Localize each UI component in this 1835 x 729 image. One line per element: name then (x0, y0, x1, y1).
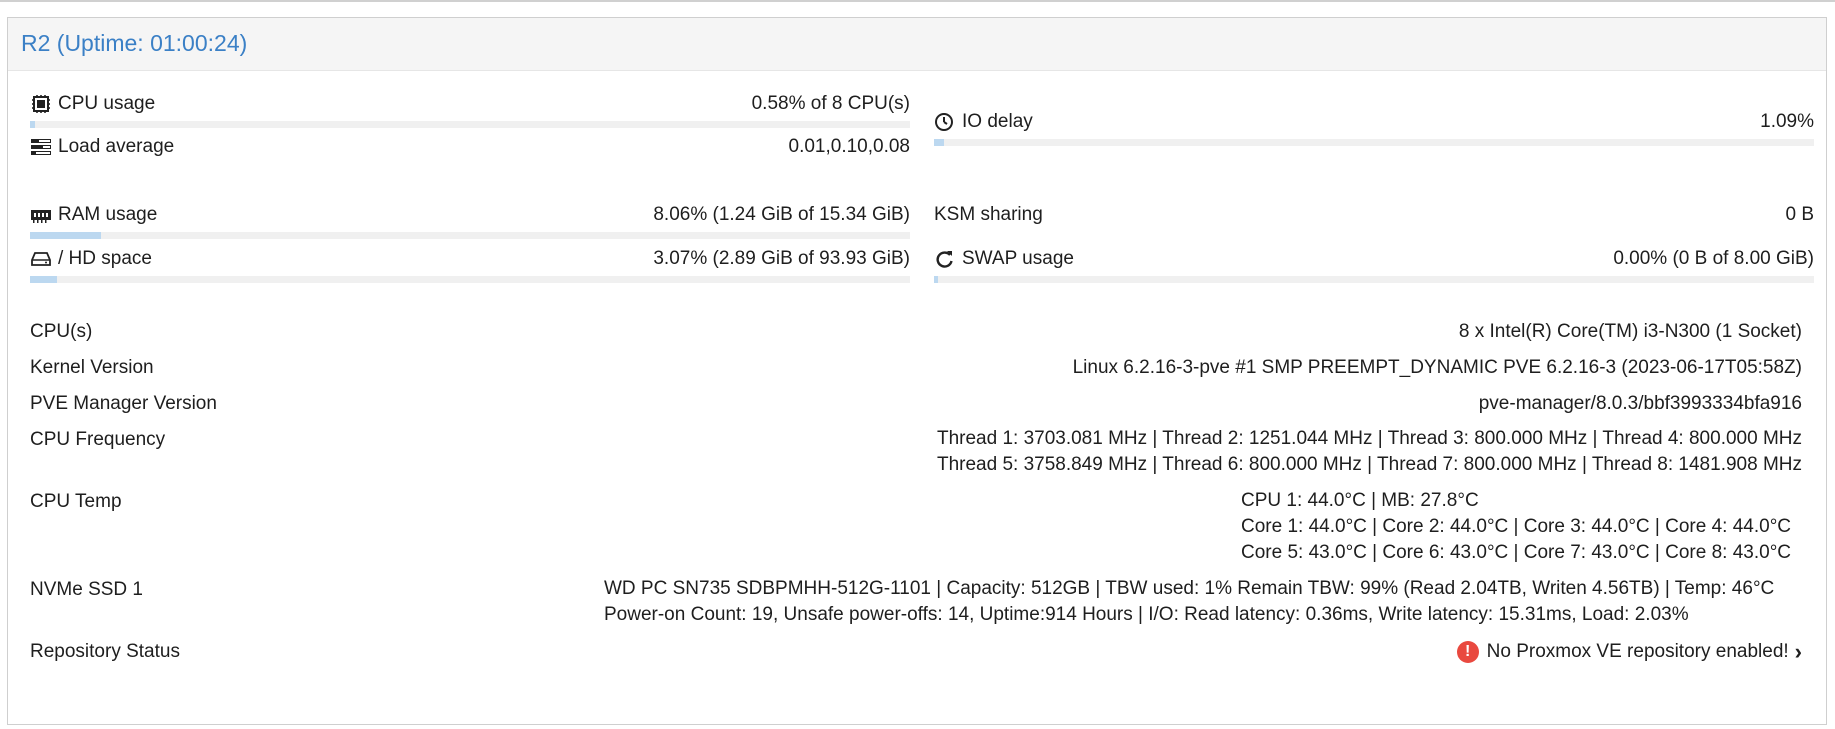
panel-header: R2 (Uptime: 01:00:24) (8, 18, 1826, 71)
panel-title: R2 (Uptime: 01:00:24) (21, 30, 248, 56)
swap-usage-label: SWAP usage (962, 248, 1074, 269)
pve-manager-version-label: PVE Manager Version (30, 393, 217, 414)
ksm-sharing-value: 0 B (1785, 204, 1814, 225)
kernel-version-label: Kernel Version (30, 357, 154, 378)
cpu-usage-label: CPU usage (58, 93, 156, 114)
cpu-frequency-line: Thread 1: 3703.081 MHz | Thread 2: 1251.… (936, 428, 1802, 449)
hd-space-label: / HD space (58, 248, 152, 269)
load-average-row: Load average 0.01,0.10,0.08 (30, 136, 910, 164)
cpu-icon (30, 94, 52, 114)
hd-space-value: 3.07% (2.89 GiB of 93.93 GiB) (653, 248, 910, 269)
ram-usage-bar-fill (30, 232, 101, 239)
io-delay-label: IO delay (962, 111, 1033, 132)
load-average-icon (30, 137, 52, 157)
nvme-ssd-value: WD PC SN735 SDBPMHH-512G-1101 | Capacity… (604, 576, 1774, 628)
hard-drive-icon (30, 249, 52, 269)
cpu-usage-bar-fill (30, 121, 36, 128)
pve-manager-version-value: pve-manager/8.0.3/bbf3993334bfa916 (1478, 393, 1802, 414)
io-delay-bar (934, 139, 1814, 146)
memory-icon (30, 205, 52, 225)
cpu-usage-value: 0.58% of 8 CPU(s) (751, 93, 910, 114)
hd-space-bar (30, 276, 910, 283)
cpu-temp-line: Core 1: 44.0°C | Core 2: 44.0°C | Core 3… (1241, 516, 1792, 537)
cpu-temp-label: CPU Temp (30, 491, 122, 512)
repository-status-link[interactable]: ! No Proxmox VE repository enabled! › (1456, 639, 1802, 665)
ram-usage-label: RAM usage (58, 204, 158, 225)
hd-space-bar-fill (30, 276, 58, 283)
cpu-frequency-line: Thread 5: 3758.849 MHz | Thread 6: 800.0… (936, 454, 1802, 475)
load-average-label: Load average (58, 136, 175, 157)
ram-usage-value: 8.06% (1.24 GiB of 15.34 GiB) (653, 204, 910, 225)
ksm-sharing-row: KSM sharing 0 B (934, 204, 1814, 232)
ksm-sharing-label: KSM sharing (934, 204, 1043, 225)
node-status-panel: R2 (Uptime: 01:00:24) CPU usage 0.58% of… (7, 17, 1827, 725)
cpu-usage-bar (30, 121, 910, 128)
cpu-frequency-value: Thread 1: 3703.081 MHz | Thread 2: 1251.… (937, 426, 1802, 478)
ram-usage-row: RAM usage 8.06% (1.24 GiB of 15.34 GiB) (30, 204, 910, 232)
ram-usage-bar (30, 232, 910, 239)
io-delay-bar-fill (934, 139, 944, 146)
swap-usage-bar-fill (934, 276, 939, 283)
cpu-temp-line: CPU 1: 44.0°C | MB: 27.8°C (1241, 490, 1479, 511)
cpu-temp-value: CPU 1: 44.0°C | MB: 27.8°C Core 1: 44.0°… (1241, 488, 1791, 566)
cpu-frequency-label: CPU Frequency (30, 429, 166, 450)
nvme-ssd-line: Power-on Count: 19, Unsafe power-offs: 1… (604, 604, 1689, 625)
io-delay-value: 1.09% (1760, 111, 1814, 132)
nvme-ssd-line: WD PC SN735 SDBPMHH-512G-1101 | Capacity… (604, 578, 1775, 599)
swap-usage-value: 0.00% (0 B of 8.00 GiB) (1613, 248, 1814, 269)
top-rule (0, 0, 1835, 2)
cpu-temp-line: Core 5: 43.0°C | Core 6: 43.0°C | Core 7… (1241, 542, 1792, 563)
swap-usage-bar (934, 276, 1814, 283)
clock-icon (934, 112, 956, 132)
error-icon: ! (1456, 641, 1479, 663)
io-delay-row: IO delay 1.09% (934, 111, 1814, 139)
hd-space-row: / HD space 3.07% (2.89 GiB of 93.93 GiB) (30, 248, 910, 276)
load-average-value: 0.01,0.10,0.08 (788, 136, 911, 157)
nvme-ssd-label: NVMe SSD 1 (30, 579, 143, 600)
cpus-label: CPU(s) (30, 321, 93, 342)
repository-status-value: No Proxmox VE repository enabled! (1486, 641, 1789, 662)
refresh-icon (934, 249, 956, 269)
cpu-usage-row: CPU usage 0.58% of 8 CPU(s) (30, 93, 910, 121)
cpus-value: 8 x Intel(R) Core(TM) i3-N300 (1 Socket) (1458, 321, 1802, 342)
repository-status-label: Repository Status (30, 641, 180, 662)
swap-usage-row: SWAP usage 0.00% (0 B of 8.00 GiB) (934, 248, 1814, 276)
chevron-right-icon: › (1794, 639, 1802, 664)
kernel-version-value: Linux 6.2.16-3-pve #1 SMP PREEMPT_DYNAMI… (1072, 357, 1802, 378)
